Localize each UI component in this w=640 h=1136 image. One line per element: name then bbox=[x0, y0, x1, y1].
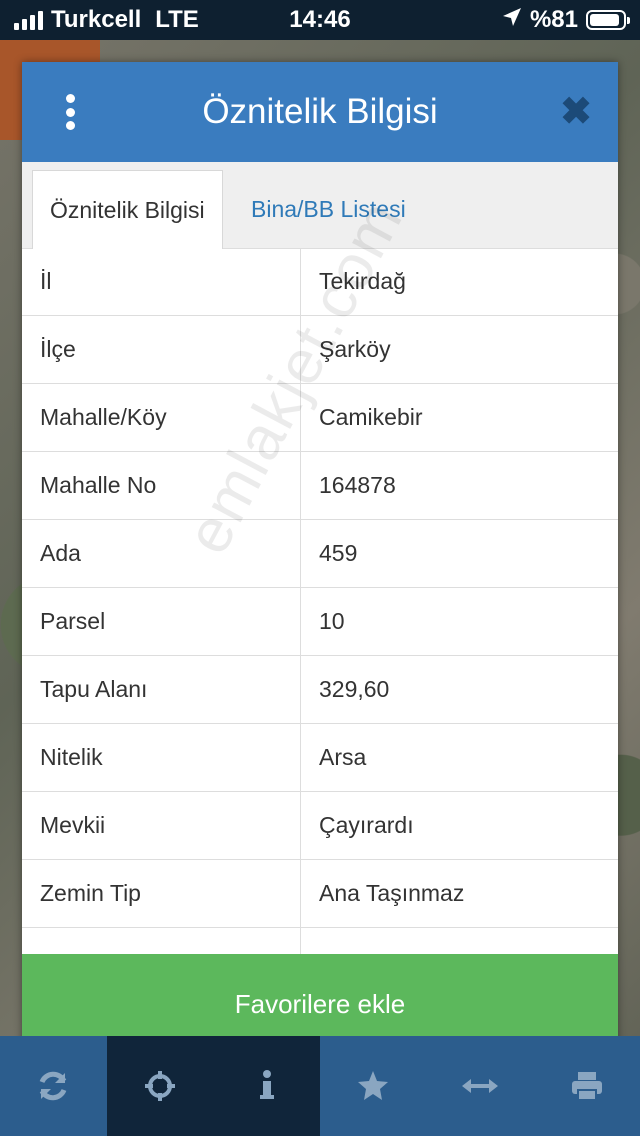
measure-icon[interactable] bbox=[427, 1036, 534, 1136]
row-key: Ada bbox=[22, 520, 301, 587]
row-value: 459 bbox=[319, 540, 358, 566]
row-key: Nitelik bbox=[22, 724, 301, 791]
location-arrow-icon bbox=[502, 6, 522, 34]
battery-percent: %81 bbox=[529, 6, 578, 33]
row-key: Parsel bbox=[22, 588, 301, 655]
row-value: 10 bbox=[319, 608, 345, 634]
info-icon[interactable] bbox=[213, 1036, 321, 1136]
battery-icon bbox=[586, 10, 630, 30]
table-row: Zemin Tip Ana Taşınmaz bbox=[22, 860, 618, 928]
print-icon[interactable] bbox=[533, 1036, 640, 1136]
dialog-title: Öznitelik Bilgisi bbox=[202, 92, 438, 131]
table-row: Nitelik Arsa bbox=[22, 724, 618, 792]
row-value: Arsa bbox=[319, 744, 367, 770]
attribute-dialog: Öznitelik Bilgisi ✖ Öznitelik Bilgisi Bi… bbox=[22, 62, 618, 1054]
status-bar: Turkcell LTE 14:46 %81 bbox=[0, 0, 640, 40]
table-row: Tapu Alanı 329,60 bbox=[22, 656, 618, 724]
row-value: Çayırardı bbox=[319, 812, 414, 838]
bottom-toolbar bbox=[0, 1036, 640, 1136]
table-row: Parsel 10 bbox=[22, 588, 618, 656]
locate-icon[interactable] bbox=[106, 1036, 214, 1136]
table-row: Mevkii Çayırardı bbox=[22, 792, 618, 860]
tab-attribute-info[interactable]: Öznitelik Bilgisi bbox=[32, 170, 223, 249]
row-value: Camikebir bbox=[319, 404, 423, 430]
row-key: Mevkii bbox=[22, 792, 301, 859]
dialog-header: Öznitelik Bilgisi ✖ bbox=[22, 62, 618, 162]
row-key: İl bbox=[22, 248, 301, 315]
row-key: Tapu Alanı bbox=[22, 656, 301, 723]
star-icon[interactable] bbox=[320, 1036, 427, 1136]
tab-bar: Öznitelik Bilgisi Bina/BB Listesi bbox=[22, 162, 618, 249]
row-value: Ana Taşınmaz bbox=[319, 880, 465, 906]
row-value: 164878 bbox=[319, 472, 396, 498]
row-value: 329,60 bbox=[319, 676, 390, 702]
table-row: Mahalle No 164878 bbox=[22, 452, 618, 520]
close-icon[interactable]: ✖ bbox=[560, 92, 592, 132]
refresh-icon[interactable] bbox=[0, 1036, 107, 1136]
table-row: Ada 459 bbox=[22, 520, 618, 588]
row-key: Zemin Tip bbox=[22, 860, 301, 927]
